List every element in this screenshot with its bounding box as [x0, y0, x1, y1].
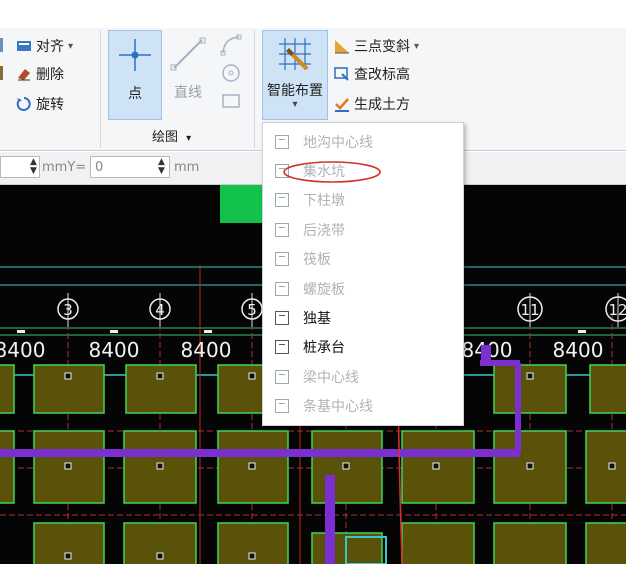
eraser-icon [18, 69, 30, 81]
line-icon [170, 37, 206, 71]
green-block [220, 185, 264, 223]
smart-layout-label: 智能布置 [267, 83, 323, 99]
y-coordinate-label: mmY= [42, 160, 87, 175]
modify-elevation-button[interactable]: 查改标高 [334, 64, 410, 84]
menu-item-label: 桩承台 [303, 340, 345, 357]
elevation-icon [334, 67, 349, 81]
ribbon-separator [100, 30, 101, 148]
axis-bubble: 3 [57, 293, 79, 327]
menu-item-label: 后浇带 [303, 222, 345, 239]
axis-bubble: 11 [517, 293, 543, 327]
axis-label-4: 4 [155, 301, 165, 319]
menu-item-label: 地沟中心线 [303, 134, 373, 151]
axis-label-11: 11 [520, 301, 539, 319]
point-icon [119, 39, 151, 71]
menu-item[interactable]: 下柱墩 [263, 186, 463, 215]
ribbon-left-cutoff [0, 38, 6, 98]
rotate-button[interactable]: 旋转 [16, 94, 64, 114]
ribbon-header-strip [0, 0, 626, 28]
y-spinner-icon[interactable]: ▲ ▼ [158, 158, 165, 176]
line-label: 直线 [174, 85, 202, 101]
generate-earthwork-button[interactable]: 生成土方 [334, 94, 410, 114]
menu-item[interactable]: 独基 [263, 303, 463, 332]
draw-group-text: 绘图 [152, 130, 179, 145]
smart-layout-icon [279, 38, 311, 70]
menu-item[interactable]: 条基中心线 [263, 392, 463, 421]
menu-item-icon [275, 222, 289, 237]
align-button[interactable]: 对齐 ▾ [16, 36, 73, 56]
axis-bubble: 5 [241, 293, 263, 327]
axis-bubble: 4 [149, 293, 171, 327]
three-point-slope-label: 三点变斜 [354, 39, 410, 55]
axis-label-3: 3 [63, 301, 73, 319]
delete-button[interactable]: 删除 [16, 64, 64, 84]
modify-elevation-label: 查改标高 [354, 67, 410, 83]
rotate-label: 旋转 [36, 97, 64, 113]
dimension-text: 8400 [89, 338, 140, 362]
menu-item[interactable]: 梁中心线 [263, 362, 463, 391]
align-dropdown-icon: ▾ [68, 40, 74, 52]
delete-label: 删除 [36, 67, 64, 83]
dimension-text: 8400 [553, 338, 604, 362]
ribbon-separator [254, 30, 255, 148]
menu-item-icon [275, 134, 289, 149]
smart-layout-button[interactable]: 智能布置 ▾ [262, 30, 328, 120]
draw-point-button[interactable]: 点 [108, 30, 162, 120]
menu-item-icon [275, 369, 289, 384]
menu-item-label: 梁中心线 [303, 369, 359, 386]
rotate-icon [16, 97, 31, 111]
menu-item-label: 螺旋板 [303, 281, 345, 298]
earthwork-icon [335, 98, 349, 112]
axis-bubble: 12 [605, 293, 626, 327]
menu-item-icon [275, 193, 289, 208]
generate-earthwork-label: 生成土方 [354, 97, 410, 113]
menu-item-icon [275, 252, 289, 267]
menu-item-label: 筏板 [303, 252, 331, 269]
three-point-slope-button[interactable]: 三点变斜 ▾ [334, 36, 419, 56]
align-icon [17, 41, 31, 51]
axis-label-5: 5 [247, 301, 257, 319]
unit-label: mm [174, 160, 200, 175]
draw-line-button[interactable]: 直线 [162, 30, 214, 118]
menu-item-label: 独基 [303, 310, 331, 327]
menu-item-label: 下柱墩 [303, 193, 345, 210]
x-spinner-icon[interactable]: ▲ ▼ [30, 158, 37, 176]
dimension-text: 8400 [181, 338, 232, 362]
align-label: 对齐 [36, 39, 64, 55]
menu-item-icon [275, 340, 289, 355]
menu-item[interactable]: 地沟中心线 [263, 127, 463, 156]
annotation-ellipse [283, 161, 381, 183]
slope-icon [335, 40, 349, 54]
axis-label-12: 12 [608, 301, 626, 319]
menu-item-icon [275, 310, 289, 325]
menu-item[interactable]: 桩承台 [263, 333, 463, 362]
circle-icon[interactable] [220, 62, 242, 84]
menu-item-icon [275, 399, 289, 414]
menu-item[interactable]: 后浇带 [263, 215, 463, 244]
draw-group-dropdown-icon: ▾ [186, 133, 192, 144]
menu-item[interactable]: 筏板 [263, 245, 463, 274]
three-point-slope-dropdown-icon: ▾ [414, 40, 420, 52]
point-label: 点 [128, 86, 142, 102]
rectangle-icon[interactable] [220, 90, 242, 112]
arc-icon[interactable] [220, 34, 242, 56]
dimension-text: 8400 [0, 338, 45, 362]
smart-layout-dropdown-icon: ▾ [292, 99, 298, 110]
menu-item-label: 条基中心线 [303, 399, 373, 416]
draw-group-label[interactable]: 绘图 ▾ [152, 126, 191, 145]
menu-item-icon [275, 281, 289, 296]
menu-item[interactable]: 螺旋板 [263, 274, 463, 303]
